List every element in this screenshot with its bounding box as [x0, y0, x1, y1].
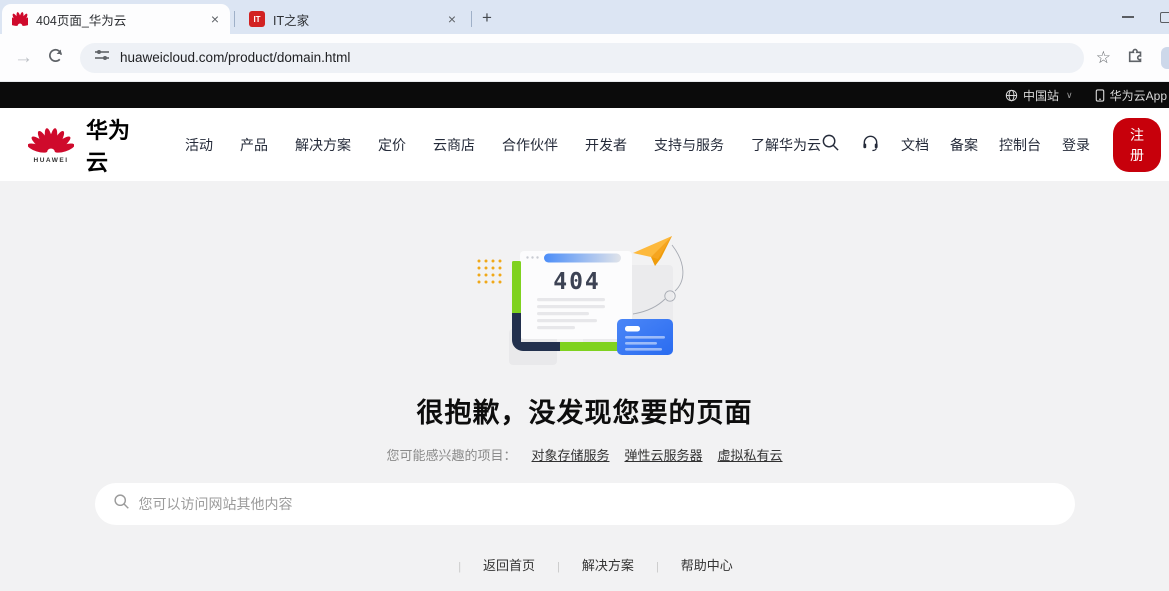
- site-utility-bar: 中国站 ∨ 华为云App: [0, 82, 1169, 108]
- blue-card: [617, 319, 673, 355]
- ithome-favicon-icon: IT: [249, 11, 265, 27]
- dots-decoration: [477, 260, 501, 284]
- suggest-link[interactable]: 弹性云服务器: [625, 445, 703, 464]
- app-download-link[interactable]: 华为云App: [1095, 87, 1167, 104]
- nav-item[interactable]: 合作伙伴: [502, 135, 558, 155]
- nav-utility-items: 文档 备案 控制台 登录: [901, 135, 1090, 155]
- region-selector[interactable]: 中国站 ∨: [1005, 87, 1073, 104]
- paper-plane-icon: [633, 236, 672, 266]
- maximize-button[interactable]: [1160, 12, 1169, 23]
- globe-icon: [1005, 89, 1018, 102]
- brand-home-link[interactable]: HUAWEI 华为云: [28, 113, 143, 177]
- reload-icon[interactable]: [47, 47, 64, 69]
- error-page-main: 404 很抱歉，没发现您要的页面: [0, 181, 1169, 591]
- tab-separator: [234, 11, 235, 27]
- huawei-logo-icon: [28, 126, 74, 156]
- error-heading: 很抱歉，没发现您要的页面: [417, 391, 753, 430]
- chevron-down-icon: ∨: [1066, 90, 1073, 101]
- tab-close-icon[interactable]: ×: [445, 11, 459, 27]
- site-navbar: HUAWEI 华为云 活动 产品 解决方案 定价 云商店 合作伙伴 开发者 支持与服务 了解华为…: [0, 108, 1169, 181]
- huawei-favicon-icon: [12, 11, 28, 27]
- suggest-links: 对象存储服务弹性云服务器虚拟私有云: [531, 445, 782, 464]
- tab-title: IT之家: [273, 10, 445, 29]
- nav-utility-item[interactable]: 文档: [901, 135, 929, 155]
- 404-code-text: 404: [553, 269, 601, 295]
- forward-icon[interactable]: →: [6, 47, 41, 69]
- site-search-box[interactable]: [95, 483, 1075, 525]
- search-icon: [113, 493, 130, 515]
- profile-avatar[interactable]: [1161, 47, 1169, 69]
- nav-item[interactable]: 产品: [240, 135, 268, 155]
- suggest-link[interactable]: 对象存储服务: [531, 445, 609, 464]
- phone-icon: [1095, 89, 1105, 102]
- footer-link[interactable]: 返回首页: [436, 555, 535, 574]
- window-card: 404: [520, 251, 632, 339]
- suggest-prefix: 您可能感兴趣的项目：: [386, 445, 516, 464]
- footer-link[interactable]: 帮助中心: [634, 555, 733, 574]
- nav-item[interactable]: 定价: [378, 135, 406, 155]
- tab-separator: [471, 11, 472, 27]
- tab-ithome[interactable]: IT IT之家 ×: [239, 4, 467, 34]
- footer-links: 返回首页解决方案帮助中心: [436, 555, 733, 574]
- 404-illustration: 404: [460, 233, 710, 373]
- nav-item[interactable]: 支持与服务: [654, 135, 724, 155]
- nav-item[interactable]: 开发者: [585, 135, 627, 155]
- suggest-link[interactable]: 虚拟私有云: [718, 445, 783, 464]
- tab-close-icon[interactable]: ×: [208, 11, 222, 27]
- address-bar[interactable]: huaweicloud.com/product/domain.html: [80, 43, 1084, 73]
- support-headset-icon[interactable]: [861, 133, 880, 157]
- tab-title: 404页面_华为云: [36, 10, 208, 29]
- nav-item[interactable]: 活动: [185, 135, 213, 155]
- search-input[interactable]: [139, 496, 1057, 512]
- site-title: 华为云: [86, 113, 143, 177]
- primary-nav: 活动 产品 解决方案 定价 云商店 合作伙伴 开发者 支持与服务 了解华为云: [185, 135, 821, 155]
- window-controls: [1122, 0, 1169, 34]
- suggested-links-row: 您可能感兴趣的项目： 对象存储服务弹性云服务器虚拟私有云: [386, 445, 782, 464]
- nav-utility-item[interactable]: 控制台: [999, 135, 1041, 155]
- register-button[interactable]: 注册: [1113, 118, 1161, 172]
- nav-item[interactable]: 了解华为云: [751, 135, 821, 155]
- footer-link[interactable]: 解决方案: [535, 555, 634, 574]
- url-text[interactable]: huaweicloud.com/product/domain.html: [120, 50, 350, 65]
- nav-item[interactable]: 解决方案: [295, 135, 351, 155]
- nav-item[interactable]: 云商店: [433, 135, 475, 155]
- tab-huawei-404[interactable]: 404页面_华为云 ×: [2, 4, 230, 34]
- nav-utility-item[interactable]: 登录: [1062, 135, 1090, 155]
- extensions-icon[interactable]: [1127, 46, 1145, 69]
- browser-tabstrip: 404页面_华为云 × IT IT之家 × +: [0, 0, 1169, 34]
- green-bar-vertical: [512, 261, 521, 315]
- minimize-button[interactable]: [1122, 16, 1134, 18]
- nav-utility-item[interactable]: 备案: [950, 135, 978, 155]
- bookmark-star-icon[interactable]: ☆: [1096, 48, 1111, 68]
- site-settings-icon[interactable]: [94, 47, 110, 68]
- huawei-wordmark: HUAWEI: [34, 157, 69, 164]
- browser-toolbar: → huaweicloud.com/product/domain.html ☆: [0, 34, 1169, 82]
- new-tab-button[interactable]: +: [476, 8, 502, 34]
- search-icon[interactable]: [821, 133, 840, 157]
